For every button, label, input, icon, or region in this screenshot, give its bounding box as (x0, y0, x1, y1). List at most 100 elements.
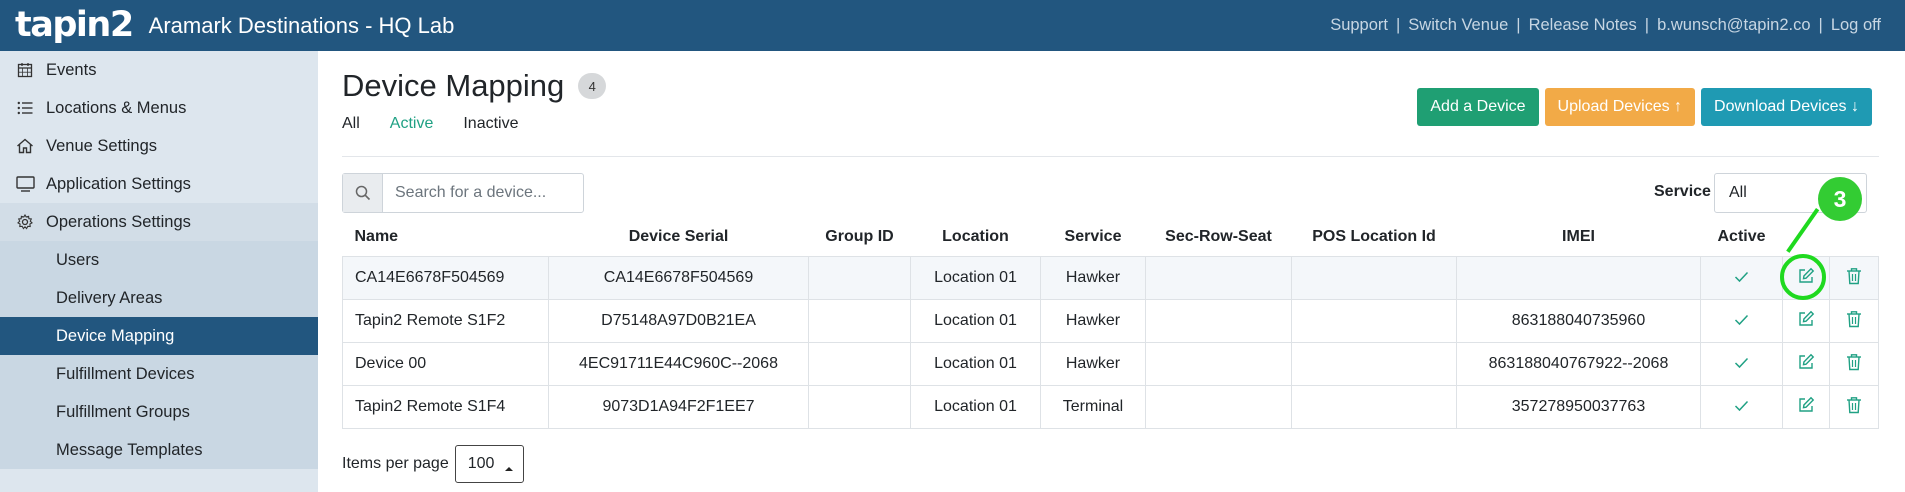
search-input[interactable] (383, 174, 583, 212)
list-icon (14, 99, 36, 117)
tapin2-logo[interactable]: tapin2 (15, 8, 134, 43)
table-header-row: Name Device Serial Group ID Location Ser… (343, 218, 1879, 256)
col-header-service[interactable]: Service (1041, 218, 1146, 256)
add-device-button[interactable]: Add a Device (1417, 88, 1539, 126)
cell-pos-location-id (1291, 384, 1457, 429)
col-header-name[interactable]: Name (343, 218, 549, 256)
cell-delete (1829, 341, 1879, 386)
sidebar-item-label: Venue Settings (46, 136, 158, 155)
cell-edit (1782, 298, 1830, 343)
venue-title: Aramark Destinations - HQ Lab (148, 12, 455, 38)
sidebar-subitem-fulfillment-devices[interactable]: Fulfillment Devices (0, 355, 318, 393)
items-per-page-select[interactable]: 100 (454, 445, 524, 483)
cell-active (1700, 341, 1783, 386)
cell-active (1700, 255, 1783, 300)
monitor-icon (14, 175, 36, 193)
cell-group-id (808, 341, 911, 386)
cell-delete (1829, 298, 1879, 343)
separator: | (1516, 16, 1521, 34)
cell-sec-row-seat (1145, 384, 1292, 429)
col-header-delete (1830, 218, 1879, 256)
sidebar-subitem-device-mapping[interactable]: Device Mapping (0, 317, 318, 355)
trash-icon[interactable] (1844, 352, 1864, 372)
trash-icon[interactable] (1844, 309, 1864, 329)
col-header-group-id[interactable]: Group ID (809, 218, 911, 256)
cell-delete (1829, 384, 1879, 429)
filter-all[interactable]: All (342, 115, 360, 133)
cell-imei (1456, 255, 1701, 300)
col-header-active[interactable]: Active (1701, 218, 1783, 256)
cell-imei: 357278950037763 (1456, 384, 1701, 429)
items-per-page-label: Items per page (342, 455, 449, 472)
sidebar-subitem-delivery-areas[interactable]: Delivery Areas (0, 279, 318, 317)
cell-service: Hawker (1040, 298, 1146, 343)
col-header-device-serial[interactable]: Device Serial (549, 218, 809, 256)
edit-icon[interactable] (1796, 395, 1816, 415)
separator: | (1395, 16, 1401, 34)
cell-serial: 4EC91711E44C960C--2068 (548, 341, 809, 386)
home-icon (14, 137, 36, 155)
cell-location: Location 01 (910, 341, 1041, 386)
support-link[interactable]: Support (1330, 16, 1388, 35)
sidebar-item-locations-menus[interactable]: Locations & Menus (0, 89, 318, 127)
divider (342, 156, 1879, 157)
cell-active (1700, 298, 1783, 343)
items-per-page-value: 100 (467, 455, 495, 472)
status-filters: All Active Inactive (342, 115, 549, 133)
table-row[interactable]: Tapin2 Remote S1F4 9073D1A94F2F1EE7 Loca… (342, 384, 1879, 429)
user-email-link[interactable]: b.wunsch@tapin2.co (1657, 16, 1810, 35)
filter-active[interactable]: Active (390, 115, 434, 133)
col-header-sec-row-seat[interactable]: Sec-Row-Seat (1146, 218, 1292, 256)
check-icon (1732, 267, 1752, 287)
separator: | (1644, 16, 1650, 34)
cell-edit (1782, 384, 1830, 429)
sidebar-item-events[interactable]: Events (0, 51, 318, 89)
cell-sec-row-seat (1145, 298, 1292, 343)
sidebar-item-venue-settings[interactable]: Venue Settings (0, 127, 318, 165)
col-header-imei[interactable]: IMEI (1457, 218, 1701, 256)
sidebar-subitem-users[interactable]: Users (0, 241, 318, 279)
log-off-link[interactable]: Log off (1831, 16, 1881, 35)
sidebar-item-label: Application Settings (46, 174, 191, 193)
cell-group-id (808, 384, 911, 429)
cell-name: Tapin2 Remote S1F4 (342, 384, 549, 429)
upload-devices-button[interactable]: Upload Devices ↑ (1544, 88, 1696, 126)
table-row[interactable]: Tapin2 Remote S1F2 D75148A97D0B21EA Loca… (342, 298, 1879, 343)
cell-pos-location-id (1291, 341, 1457, 386)
edit-icon[interactable] (1796, 352, 1816, 372)
download-devices-button[interactable]: Download Devices ↓ (1701, 88, 1872, 126)
cell-group-id (808, 255, 911, 300)
release-notes-link[interactable]: Release Notes (1529, 16, 1637, 35)
cell-service: Hawker (1040, 341, 1146, 386)
switch-venue-link[interactable]: Switch Venue (1408, 16, 1508, 35)
cell-service: Terminal (1040, 384, 1146, 429)
check-icon (1732, 353, 1752, 373)
trash-icon[interactable] (1844, 395, 1864, 415)
col-header-pos-location-id[interactable]: POS Location Id (1292, 218, 1457, 256)
cell-name: Tapin2 Remote S1F2 (342, 298, 549, 343)
cell-serial: D75148A97D0B21EA (548, 298, 809, 343)
annotation-circle (1780, 254, 1826, 300)
cell-group-id (808, 298, 911, 343)
col-header-location[interactable]: Location (911, 218, 1041, 256)
sidebar-item-operations-settings[interactable]: Operations Settings (0, 203, 318, 241)
page-title: Device Mapping 4 (342, 68, 607, 104)
cell-serial: 9073D1A94F2F1EE7 (548, 384, 809, 429)
sidebar-subitem-message-templates[interactable]: Message Templates (0, 431, 318, 469)
table-row[interactable]: Device 00 4EC91711E44C960C--2068 Locatio… (342, 341, 1879, 386)
check-icon (1732, 310, 1752, 330)
page-title-text: Device Mapping (342, 68, 565, 103)
cell-location: Location 01 (910, 384, 1041, 429)
annotation-number-badge: 3 (1818, 177, 1862, 221)
trash-icon[interactable] (1844, 266, 1864, 286)
table-row[interactable]: CA14E6678F504569 CA14E6678F504569 Locati… (342, 255, 1879, 300)
edit-icon[interactable] (1796, 309, 1816, 329)
filter-inactive[interactable]: Inactive (463, 115, 518, 133)
sidebar-item-application-settings[interactable]: Application Settings (0, 165, 318, 203)
top-bar: tapin2 Aramark Destinations - HQ Lab Sup… (0, 0, 1905, 51)
sidebar-subitem-fulfillment-groups[interactable]: Fulfillment Groups (0, 393, 318, 431)
cell-active (1700, 384, 1783, 429)
sidebar-item-label: Locations & Menus (46, 98, 187, 117)
calendar-icon (14, 61, 36, 79)
service-label: Service (1654, 183, 1711, 200)
